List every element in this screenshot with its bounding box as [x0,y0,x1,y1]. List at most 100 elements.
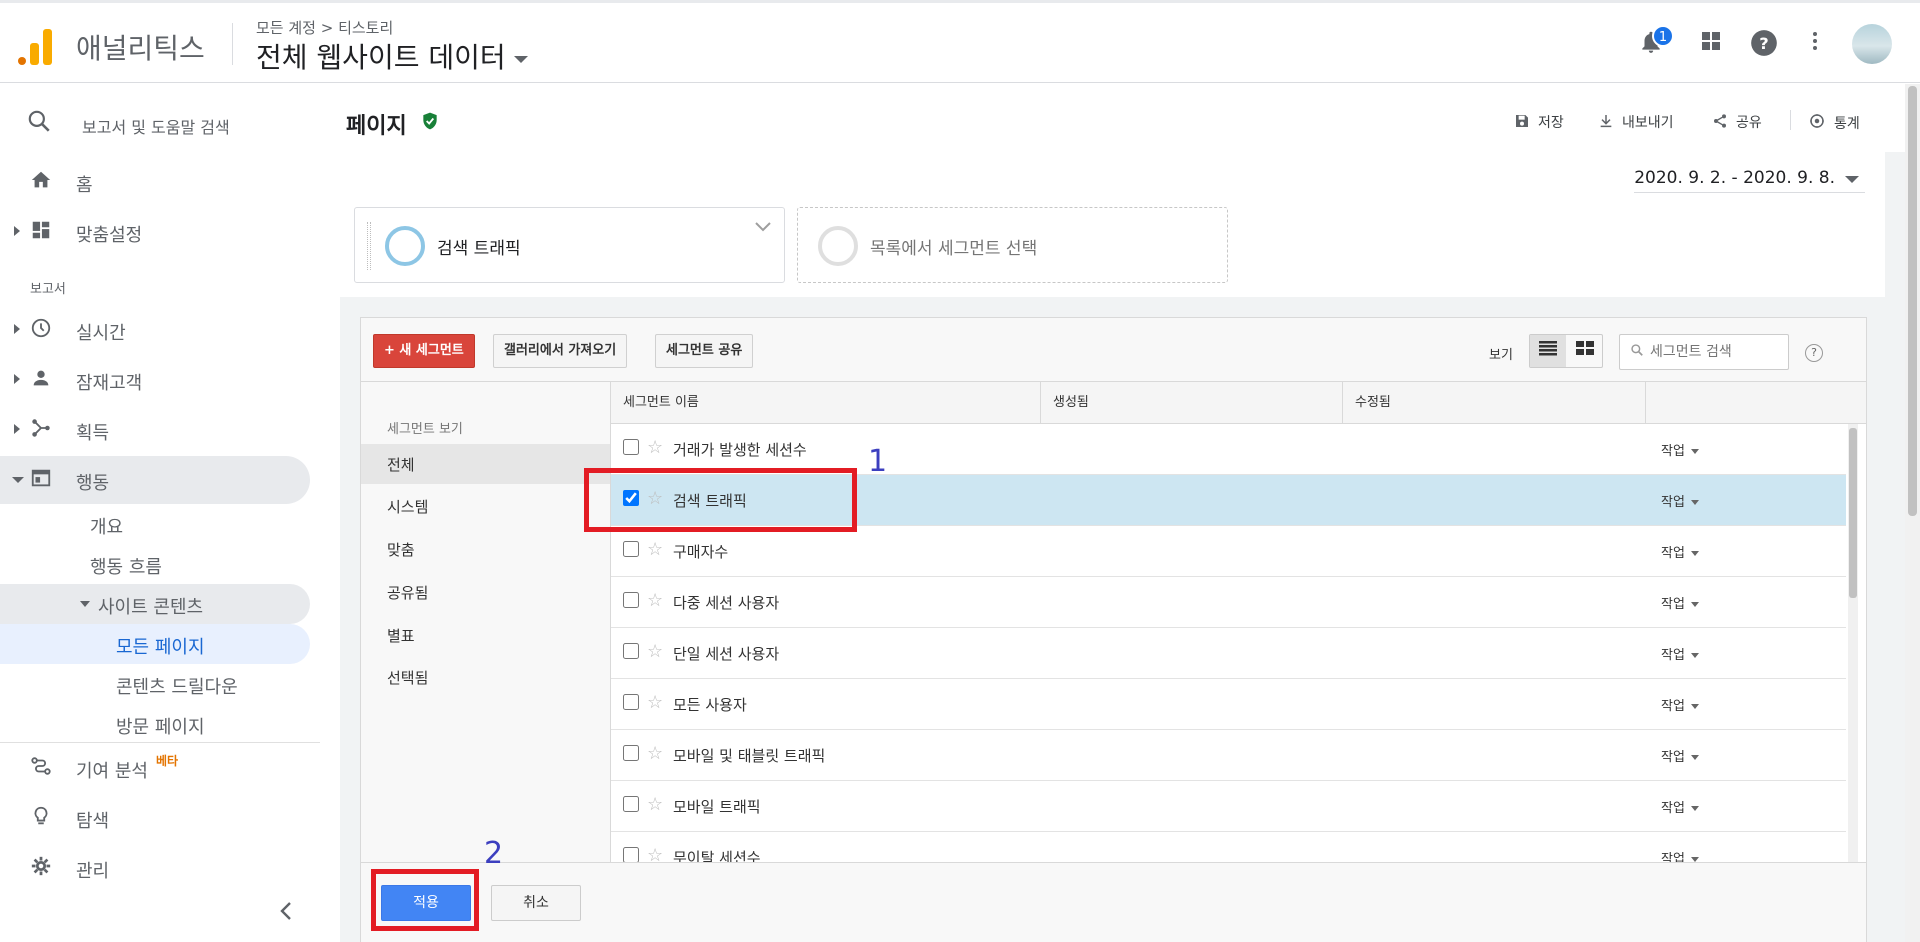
filter-starred[interactable]: 별표 [361,615,610,655]
grid-view-icon[interactable] [1567,335,1603,367]
table-row[interactable]: ☆ 모든 사용자 작업 [611,679,1846,730]
row-actions-menu[interactable]: 작업 [1661,440,1699,459]
active-segment-card[interactable]: 검색 트래픽 [354,207,785,283]
filter-system[interactable]: 시스템 [361,486,610,526]
table-row[interactable]: ☆ 모바일 트래픽 작업 [611,781,1846,832]
sidebar-item-discover[interactable]: 탐색 [0,794,310,842]
star-icon[interactable]: ☆ [647,845,663,862]
sidebar-item-realtime[interactable]: 실시간 [0,306,310,354]
cancel-button[interactable]: 취소 [491,885,581,921]
column-header-modified[interactable]: 수정됨 [1343,382,1646,424]
table-row[interactable]: ☆ 단일 세션 사용자 작업 [611,628,1846,679]
sidebar-item-audience[interactable]: 잠재고객 [0,356,310,404]
star-icon[interactable]: ☆ [647,794,663,815]
save-button[interactable]: 저장 [1514,112,1564,134]
table-scrollbar[interactable] [1848,424,1858,862]
new-segment-button[interactable]: + 새 세그먼트 [373,334,475,368]
apps-grid-icon[interactable] [1696,29,1726,59]
table-row[interactable]: ☆ 모바일 및 태블릿 트래픽 작업 [611,730,1846,781]
star-icon[interactable]: ☆ [647,743,663,764]
segment-name: 모든 사용자 [673,696,747,714]
table-row[interactable]: ☆ 다중 세션 사용자 작업 [611,577,1846,628]
page-scrollbar[interactable] [1905,84,1920,942]
account-breadcrumb[interactable]: 모든 계정 > 티스토리 [256,17,393,38]
filter-custom[interactable]: 맞춤 [361,529,610,569]
row-checkbox[interactable] [623,643,639,659]
column-header-created[interactable]: 생성됨 [1041,382,1343,424]
sidebar-item-behavior-flow[interactable]: 행동 흐름 [0,544,310,584]
sidebar-item-label: 행동 [76,473,110,494]
sidebar-item-overview[interactable]: 개요 [0,504,310,544]
page-title: 페이지 [346,114,407,139]
row-checkbox[interactable] [623,592,639,608]
row-actions-menu[interactable]: 작업 [1661,746,1699,765]
segment-search-field[interactable] [1619,334,1789,370]
report-search[interactable]: 보고서 및 도움말 검색 [0,98,320,144]
star-icon[interactable]: ☆ [647,437,663,458]
actions-label: 작업 [1661,648,1685,663]
chevron-left-icon[interactable] [278,900,294,928]
row-actions-menu[interactable]: 작업 [1661,695,1699,714]
add-segment-card[interactable]: 목록에서 세그먼트 선택 [797,207,1228,283]
chevron-down-icon [1690,551,1699,556]
sidebar-item-all-pages[interactable]: 모든 페이지 [0,624,310,664]
view-label: 보기 [1489,348,1513,363]
sidebar-item-behavior[interactable]: 행동 [0,456,310,504]
avatar[interactable] [1852,24,1892,64]
row-checkbox[interactable] [623,847,639,862]
analytics-logo[interactable] [18,25,54,65]
insights-icon [1808,112,1826,135]
row-checkbox[interactable] [623,541,639,557]
sidebar-item-admin[interactable]: 관리 [0,844,310,892]
filter-all[interactable]: 전체 [361,444,610,484]
row-actions-menu[interactable]: 작업 [1661,644,1699,663]
sidebar-item-customization[interactable]: 맞춤설정 [0,208,310,256]
filter-selected[interactable]: 선택됨 [361,657,610,697]
row-checkbox[interactable] [623,694,639,710]
row-actions-menu[interactable]: 작업 [1661,797,1699,816]
sidebar-item-home[interactable]: 홈 [0,158,310,206]
sidebar-item-attribution[interactable]: 기여 분석 베타 [0,744,310,792]
export-button[interactable]: 내보내기 [1598,112,1674,134]
drag-handle-icon[interactable] [367,222,371,270]
help-icon[interactable]: ? [1749,29,1779,59]
import-gallery-button[interactable]: 갤러리에서 가져오기 [493,334,628,368]
star-icon[interactable]: ☆ [647,641,663,662]
row-actions-menu[interactable]: 작업 [1661,542,1699,561]
table-row[interactable]: ☆ 구매자수 작업 [611,526,1846,577]
sidebar-item-label: 행동 흐름 [90,557,162,578]
more-vert-icon[interactable] [1800,29,1830,59]
verified-shield-icon [420,111,440,131]
row-actions-menu[interactable]: 작업 [1661,491,1699,510]
sidebar-item-site-content[interactable]: 사이트 콘텐츠 [0,584,310,624]
star-icon[interactable]: ☆ [647,590,663,611]
sidebar-item-landing-pages[interactable]: 방문 페이지 [0,704,310,744]
chevron-down-icon[interactable] [754,218,772,237]
annotation-number-1: 1 [868,444,888,479]
date-range-picker[interactable]: 2020. 9. 2. - 2020. 9. 8. [1634,166,1865,193]
row-checkbox[interactable] [623,745,639,761]
star-icon[interactable]: ☆ [647,539,663,560]
property-selector[interactable]: 전체 웹사이트 데이터 [256,36,528,76]
scrollbar-thumb[interactable] [1908,86,1917,516]
column-header-name[interactable]: 세그먼트 이름 [611,382,1041,424]
star-icon[interactable]: ☆ [647,692,663,713]
actions-label: 작업 [1661,546,1685,561]
table-row[interactable]: ☆ 무이탈 세션수 작업 [611,832,1846,862]
row-actions-menu[interactable]: 작업 [1661,848,1699,862]
row-checkbox[interactable] [623,796,639,812]
chevron-down-icon [1690,602,1699,607]
row-checkbox[interactable] [623,439,639,455]
list-view-icon[interactable] [1530,335,1566,367]
sidebar-item-acquisition[interactable]: 획득 [0,406,310,454]
segment-search-input[interactable] [1650,341,1784,363]
scrollbar-thumb[interactable] [1849,428,1857,598]
row-actions-menu[interactable]: 작업 [1661,593,1699,612]
share-button[interactable]: 공유 [1712,112,1762,134]
sidebar-item-content-drilldown[interactable]: 콘텐츠 드릴다운 [0,664,310,704]
search-icon [1630,343,1644,361]
insights-button[interactable]: 통계 [1808,112,1860,135]
filter-shared[interactable]: 공유됨 [361,572,610,612]
share-segment-button[interactable]: 세그먼트 공유 [655,334,754,368]
help-icon[interactable]: ? [1805,344,1823,362]
